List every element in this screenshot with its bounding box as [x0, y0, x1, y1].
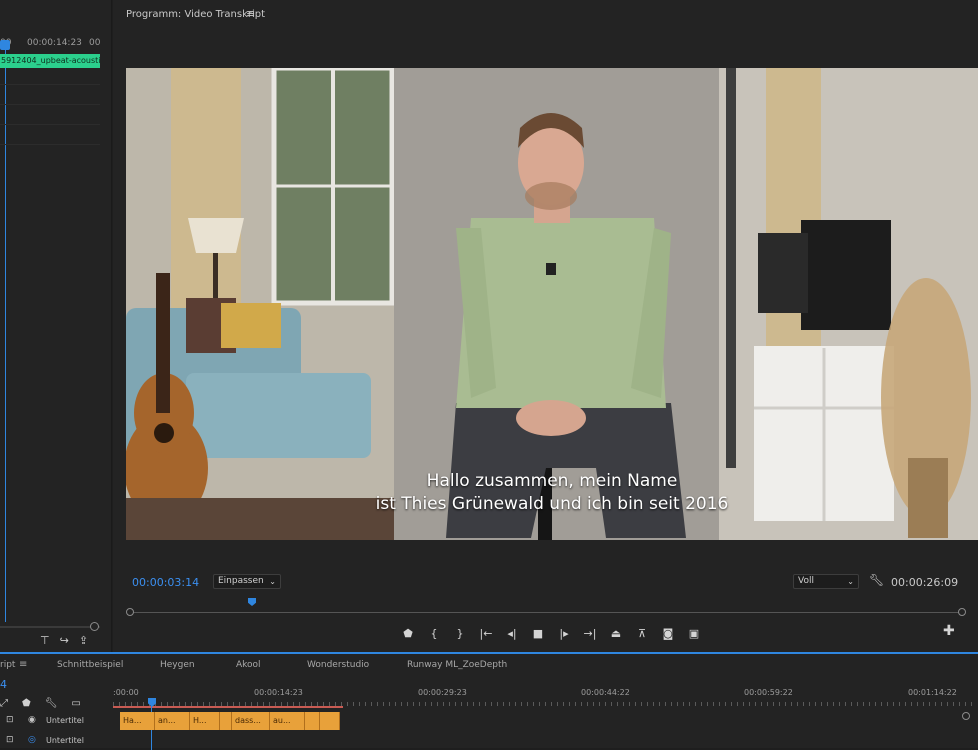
track-name: Untertitel — [46, 736, 84, 745]
left-timeline-panel: 00 00:00:14:23 00 5912404_upbeat-acousti… — [0, 0, 112, 652]
step-back-icon[interactable]: ◂| — [499, 624, 525, 642]
track-divider — [0, 84, 100, 85]
eye-icon[interactable]: ◉ — [28, 715, 36, 725]
track-header-captions-1[interactable]: ⊡ ◉ Untertitel — [0, 712, 112, 730]
extract-icon[interactable]: ⊼ — [629, 624, 655, 642]
audio-clip[interactable]: 5912404_upbeat-acoustic — [0, 54, 100, 68]
caption-clip[interactable] — [305, 712, 320, 730]
go-to-in-icon[interactable]: |← — [473, 624, 499, 642]
vertical-scrollbar-handle[interactable] — [962, 712, 970, 720]
camera-icon[interactable]: ◙ — [655, 624, 681, 642]
scrub-track — [132, 612, 960, 613]
eye-off-icon[interactable]: ◎ — [28, 735, 36, 745]
panel-title[interactable]: Programm: Video Transkript — [126, 9, 265, 20]
wrench-icon[interactable]: 🔧︎ — [869, 573, 884, 587]
marker-icon[interactable]: ⬟ — [395, 624, 421, 642]
track-name: Untertitel — [46, 716, 84, 725]
video-preview[interactable]: Hallo zusammen, mein Name ist Thies Grün… — [126, 68, 978, 540]
snap-icon[interactable]: ⤢ — [0, 698, 8, 709]
tab-video-transkript[interactable]: ript — [0, 660, 15, 670]
mark-in-icon[interactable]: { — [421, 624, 447, 642]
playhead-line — [5, 40, 6, 622]
mark-out-icon[interactable]: } — [447, 624, 473, 642]
compare-icon[interactable]: ▣ — [681, 624, 707, 642]
transport-controls: ⬟ { } |← ◂| ■ |▸ →| ⏏ ⊼ ◙ ▣ — [395, 624, 707, 642]
tab-akool[interactable]: Akool — [236, 660, 261, 670]
panel-menu-icon[interactable]: ≡ — [19, 659, 27, 670]
work-area-bar[interactable] — [113, 706, 343, 708]
tab-schnittbeispiel[interactable]: Schnittbeispiel — [57, 660, 123, 670]
select-value: Voll — [798, 576, 814, 586]
chevron-down-icon: ⌄ — [847, 577, 854, 586]
caption-clip[interactable]: an... — [155, 712, 190, 730]
playhead-handle[interactable] — [248, 598, 256, 606]
ruler-label: 00:00:29:23 — [418, 688, 467, 697]
caption-clip[interactable]: Ha... — [120, 712, 155, 730]
clip-label: 5912404_upbeat-acoustic — [1, 56, 100, 65]
timeline-toolbar: ⤢ ⬟ 🔧︎ ▭ — [0, 698, 81, 709]
lift-icon[interactable]: ⏏ — [603, 624, 629, 642]
caption-clip[interactable] — [220, 712, 232, 730]
caption-track: Ha... an... H... dass... au... — [120, 712, 340, 730]
stop-icon[interactable]: ■ — [525, 624, 551, 642]
chevron-down-icon: ⌄ — [269, 577, 276, 586]
ruler-label: :00:00 — [113, 688, 139, 697]
track-divider — [0, 124, 100, 125]
horizontal-scrollbar[interactable] — [0, 626, 100, 628]
track-sync-icon[interactable]: ⊡ — [6, 735, 14, 745]
scrollbar-handle[interactable] — [90, 622, 99, 631]
marker-icon[interactable]: ⬟ — [22, 698, 31, 709]
ruler-label: 00:00:14:23 — [254, 688, 303, 697]
track-header-captions-2[interactable]: ⊡ ◎ Untertitel — [0, 732, 112, 750]
timeline-tools: ⊤ ↪ ⇪ — [40, 634, 88, 647]
captions-icon[interactable]: ▭ — [71, 698, 80, 709]
insert-icon[interactable]: ↪ — [60, 634, 69, 647]
wrench-icon[interactable]: 🔧︎ — [45, 698, 58, 709]
playback-resolution-select[interactable]: Voll ⌄ — [793, 574, 859, 589]
caption-clip[interactable]: H... — [190, 712, 220, 730]
track-sync-icon[interactable]: ⊡ — [6, 715, 14, 725]
subtitle-overlay: Hallo zusammen, mein Name ist Thies Grün… — [126, 470, 978, 516]
ruler-label: 00:00:14:23 — [27, 38, 82, 48]
panel-menu-icon[interactable]: ≡ — [246, 7, 255, 20]
duration-timecode: 00:00:26:09 — [891, 576, 959, 589]
timeline-timecode[interactable]: 4 — [0, 678, 7, 691]
scrub-start-handle[interactable] — [126, 608, 134, 616]
tab-wonderstudio[interactable]: Wonderstudio — [307, 660, 369, 670]
select-value: Einpassen — [218, 576, 264, 586]
tab-heygen[interactable]: Heygen — [160, 660, 195, 670]
export-icon[interactable]: ⇪ — [79, 634, 88, 647]
go-to-out-icon[interactable]: →| — [577, 624, 603, 642]
timeline-panel: ript ≡ Schnittbeispiel Heygen Akool Wond… — [0, 652, 978, 750]
scrub-end-handle[interactable] — [958, 608, 966, 616]
track-divider — [0, 104, 100, 105]
add-button[interactable]: ✚ — [943, 623, 955, 639]
ruler-label: 00:01:14:22 — [908, 688, 957, 697]
program-monitor-panel: Programm: Video Transkript ≡ Hallo zusam… — [113, 0, 978, 652]
subtitle-line: ist Thies Grünewald und ich bin seit 201… — [375, 494, 729, 514]
timeline-time-ruler[interactable]: :00:00 00:00:14:23 00:00:29:23 00:00:44:… — [113, 688, 978, 708]
tab-runway[interactable]: Runway ML_ZoeDepth — [407, 660, 507, 670]
caption-clip[interactable]: dass... — [232, 712, 270, 730]
ruler-label: 00:00:59:22 — [744, 688, 793, 697]
program-scrub-bar[interactable] — [126, 598, 966, 618]
track-divider — [0, 144, 100, 145]
caption-clip[interactable] — [320, 712, 340, 730]
filter-icon[interactable]: ⊤ — [40, 634, 50, 647]
playhead-timecode[interactable]: 00:00:03:14 — [132, 576, 199, 589]
caption-clip[interactable]: au... — [270, 712, 305, 730]
subtitle-line: Hallo zusammen, mein Name — [426, 471, 678, 491]
left-time-ruler[interactable]: 00 00:00:14:23 00 — [0, 36, 111, 52]
zoom-fit-select[interactable]: Einpassen ⌄ — [213, 574, 281, 589]
ruler-label: 00 — [89, 38, 101, 48]
ruler-label: 00:00:44:22 — [581, 688, 630, 697]
step-forward-icon[interactable]: |▸ — [551, 624, 577, 642]
